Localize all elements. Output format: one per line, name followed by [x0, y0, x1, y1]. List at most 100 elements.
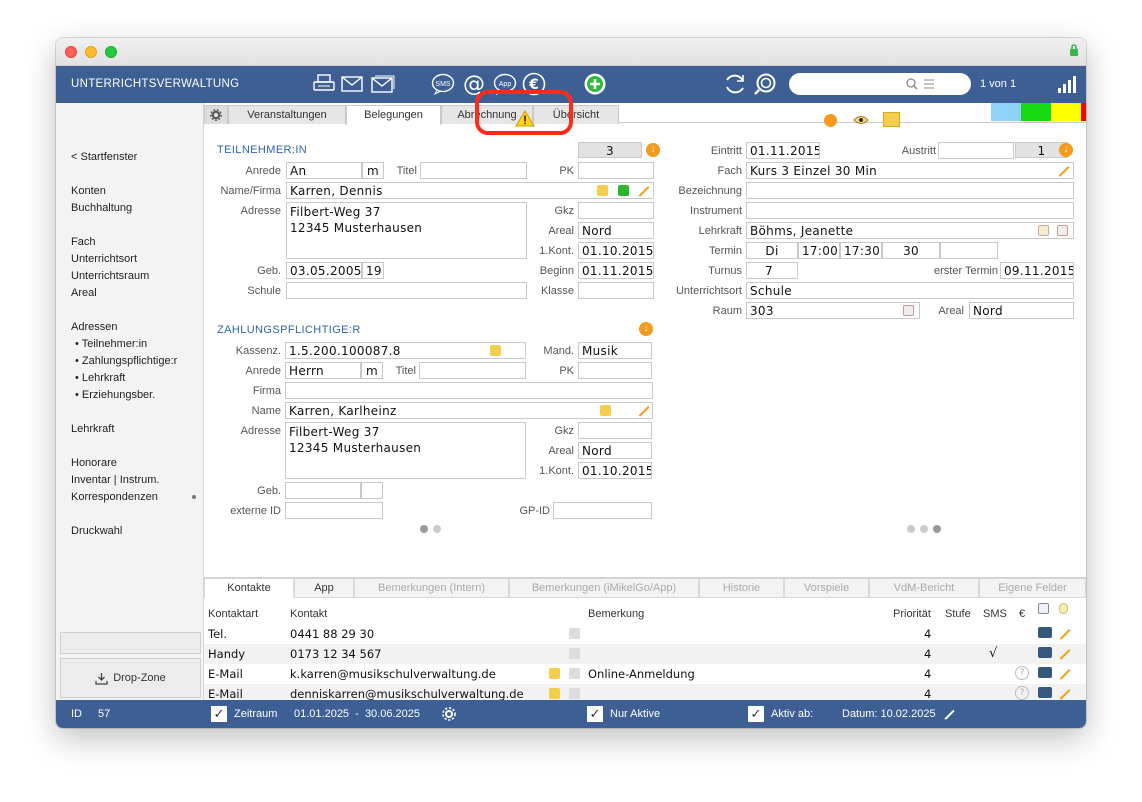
- firma-field[interactable]: [285, 382, 653, 399]
- fach-field[interactable]: Kurs 3 Einzel 30 Min: [746, 162, 1074, 179]
- card-icon[interactable]: [1038, 687, 1052, 698]
- tab-app[interactable]: App: [294, 578, 354, 598]
- table-row[interactable]: E-Mail k.karren@musikschulverwaltung.de …: [204, 664, 1086, 684]
- drop-zone[interactable]: Drop-Zone: [60, 658, 201, 698]
- note-icon[interactable]: [883, 112, 900, 127]
- beginn-field[interactable]: 01.11.2015: [578, 262, 654, 279]
- lehrkraft-calendar-icon[interactable]: [1057, 225, 1068, 236]
- gkz-field[interactable]: [578, 202, 654, 219]
- page-dot[interactable]: [920, 525, 928, 533]
- sidebar-item-lehrkraft[interactable]: Lehrkraft: [71, 423, 114, 435]
- minimize-window-button[interactable]: [85, 46, 97, 58]
- zeitraum-checkbox[interactable]: ✓: [211, 706, 227, 722]
- row-edit-pencil-icon[interactable]: [1058, 686, 1072, 700]
- lightbulb-icon[interactable]: [1059, 603, 1068, 614]
- card-icon[interactable]: [1038, 647, 1052, 658]
- austritt-field[interactable]: [938, 142, 1014, 159]
- raum-calendar-icon[interactable]: [903, 305, 914, 316]
- eye-icon[interactable]: [853, 115, 869, 125]
- student-note-icon[interactable]: [597, 185, 608, 196]
- color-swatch-red[interactable]: [1081, 103, 1086, 121]
- tab-vdm-bericht[interactable]: VdM-Bericht: [869, 578, 979, 598]
- sidebar-item-inventar[interactable]: Inventar | Instrum.: [71, 474, 159, 486]
- instrument-field[interactable]: [746, 202, 1074, 219]
- settings-tab-button[interactable]: [204, 105, 228, 124]
- datum-edit-pencil-icon[interactable]: [943, 707, 956, 720]
- course-dropdown-icon[interactable]: ↓: [1059, 143, 1073, 157]
- page-dot[interactable]: [420, 525, 428, 533]
- eintritt-field[interactable]: 01.11.2015: [746, 142, 820, 159]
- klasse-field[interactable]: [578, 282, 654, 299]
- sidebar-item-lehrkraft-sub[interactable]: • Lehrkraft: [75, 372, 125, 384]
- payer-pk-field[interactable]: [578, 362, 652, 379]
- course-areal-field[interactable]: Nord: [969, 302, 1074, 319]
- student-dropdown-icon[interactable]: ↓: [646, 143, 660, 157]
- compose-icon[interactable]: [549, 668, 560, 679]
- zeitraum-value[interactable]: 01.01.2025 - 30.06.2025: [294, 708, 420, 720]
- sidebar-item-zahlungspflichtige[interactable]: • Zahlungspflichtige:r: [75, 355, 177, 367]
- datum-value[interactable]: Datum: 10.02.2025: [842, 708, 936, 720]
- gp-id-field[interactable]: [553, 502, 652, 519]
- zoom-window-button[interactable]: [105, 46, 117, 58]
- sidebar-item-teilnehmer[interactable]: • Teilnehmer:in: [75, 338, 147, 350]
- col-sms[interactable]: SMS: [983, 608, 1007, 620]
- add-record-icon[interactable]: [583, 72, 607, 96]
- sidebar-item-erziehungsber[interactable]: • Erziehungsber.: [75, 389, 155, 401]
- back-to-start-link[interactable]: < Startfenster: [71, 151, 137, 163]
- termin-duration-field[interactable]: 30: [882, 242, 940, 259]
- tab-vorspiele[interactable]: Vorspiele: [784, 578, 869, 598]
- row-edit-pencil-icon[interactable]: [1058, 666, 1072, 680]
- col-kontaktart[interactable]: Kontaktart: [208, 608, 258, 620]
- page-dot[interactable]: [433, 525, 441, 533]
- print-icon[interactable]: [312, 72, 336, 96]
- mand-field[interactable]: Musik: [578, 342, 652, 359]
- payer-edit-pencil-icon[interactable]: [637, 403, 651, 417]
- termin-end-field[interactable]: 17:30: [840, 242, 882, 259]
- lehrkraft-list-icon[interactable]: [1038, 225, 1049, 236]
- color-swatch-green[interactable]: [1021, 103, 1051, 121]
- payer-areal-field[interactable]: Nord: [578, 442, 652, 459]
- search-options-icon[interactable]: [923, 78, 935, 90]
- sidebar-item-honorare[interactable]: Honorare: [71, 457, 117, 469]
- geb-field[interactable]: 03.05.2005: [286, 262, 362, 279]
- payer-gender-field[interactable]: m: [361, 362, 383, 379]
- close-window-button[interactable]: [65, 46, 77, 58]
- list-icon[interactable]: [1038, 603, 1049, 614]
- table-row[interactable]: Tel. 0441 88 29 30 4: [204, 624, 1086, 644]
- payer-geb-field[interactable]: [285, 482, 361, 499]
- termin-extra-field[interactable]: [940, 242, 998, 259]
- kassenz-note-icon[interactable]: [490, 345, 501, 356]
- sidebar-item-unterrichtsort[interactable]: Unterrichtsort: [71, 253, 137, 265]
- payer-address-field[interactable]: Filbert-Weg 37 12345 Musterhausen: [285, 422, 526, 479]
- col-stufe[interactable]: Stufe: [945, 608, 971, 620]
- schule-field[interactable]: [286, 282, 527, 299]
- student-address-field[interactable]: Filbert-Weg 37 12345 Musterhausen: [286, 202, 527, 259]
- mail-icon[interactable]: [340, 72, 364, 96]
- payer-titel-field[interactable]: [419, 362, 526, 379]
- raum-field[interactable]: 303: [746, 302, 920, 319]
- color-swatch-yellow[interactable]: [1051, 103, 1081, 121]
- termin-day-field[interactable]: Di: [746, 242, 798, 259]
- gender-field[interactable]: m: [362, 162, 384, 179]
- ext-id-field[interactable]: [285, 502, 383, 519]
- bezeichnung-field[interactable]: [746, 182, 1074, 199]
- sidebar-item-fach[interactable]: Fach: [71, 236, 95, 248]
- payer-anrede-field[interactable]: Herrn: [285, 362, 361, 379]
- sidebar-item-korrespondenzen[interactable]: Korrespondenzen: [71, 491, 158, 503]
- col-bemerkung[interactable]: Bemerkung: [588, 608, 644, 620]
- zeitraum-settings-icon[interactable]: [441, 706, 457, 722]
- sidebar-item-buchhaltung[interactable]: Buchhaltung: [71, 202, 132, 214]
- sidebar-item-unterrichtsraum[interactable]: Unterrichtsraum: [71, 270, 149, 282]
- col-euro[interactable]: €: [1019, 608, 1025, 620]
- edit-pencil-icon[interactable]: [637, 183, 651, 197]
- color-swatch-blue[interactable]: [991, 103, 1021, 121]
- card-icon[interactable]: [1038, 667, 1052, 678]
- compose-icon[interactable]: [549, 688, 560, 699]
- pk-field[interactable]: [578, 162, 654, 179]
- student-areal-field[interactable]: Nord: [578, 222, 654, 239]
- sms-icon[interactable]: SMS: [431, 72, 455, 96]
- card-icon[interactable]: [1038, 627, 1052, 638]
- serial-mail-icon[interactable]: [371, 72, 395, 96]
- page-dot[interactable]: [933, 525, 941, 533]
- anrede-field[interactable]: An: [286, 162, 362, 179]
